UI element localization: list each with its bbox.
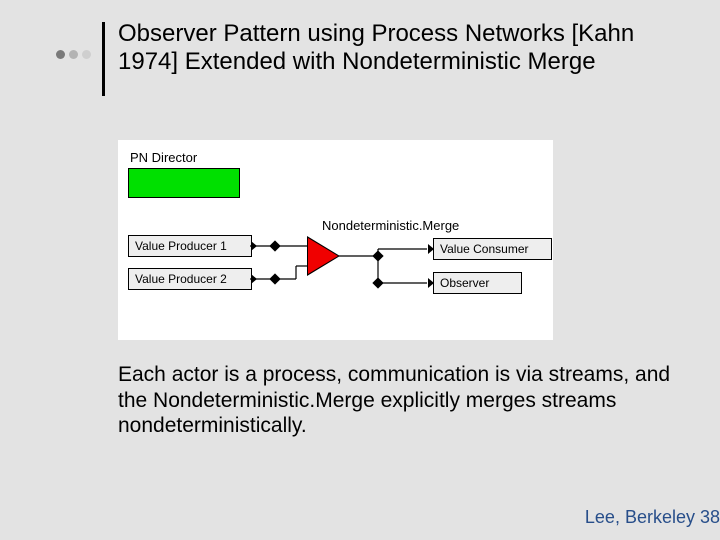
title-rule <box>102 22 105 96</box>
wires <box>118 140 553 340</box>
bullet-icon <box>56 50 65 59</box>
slide: Observer Pattern using Process Networks … <box>0 0 720 540</box>
process-network-figure: PN Director Nondeterministic.Merge Value… <box>118 140 553 340</box>
bullet-icon <box>69 50 78 59</box>
bullet-icon <box>82 50 91 59</box>
page-title: Observer Pattern using Process Networks … <box>118 20 688 75</box>
title-bullets <box>56 50 91 59</box>
caption: Each actor is a process, communication i… <box>118 362 673 439</box>
footer: Lee, Berkeley 38 <box>585 507 720 528</box>
